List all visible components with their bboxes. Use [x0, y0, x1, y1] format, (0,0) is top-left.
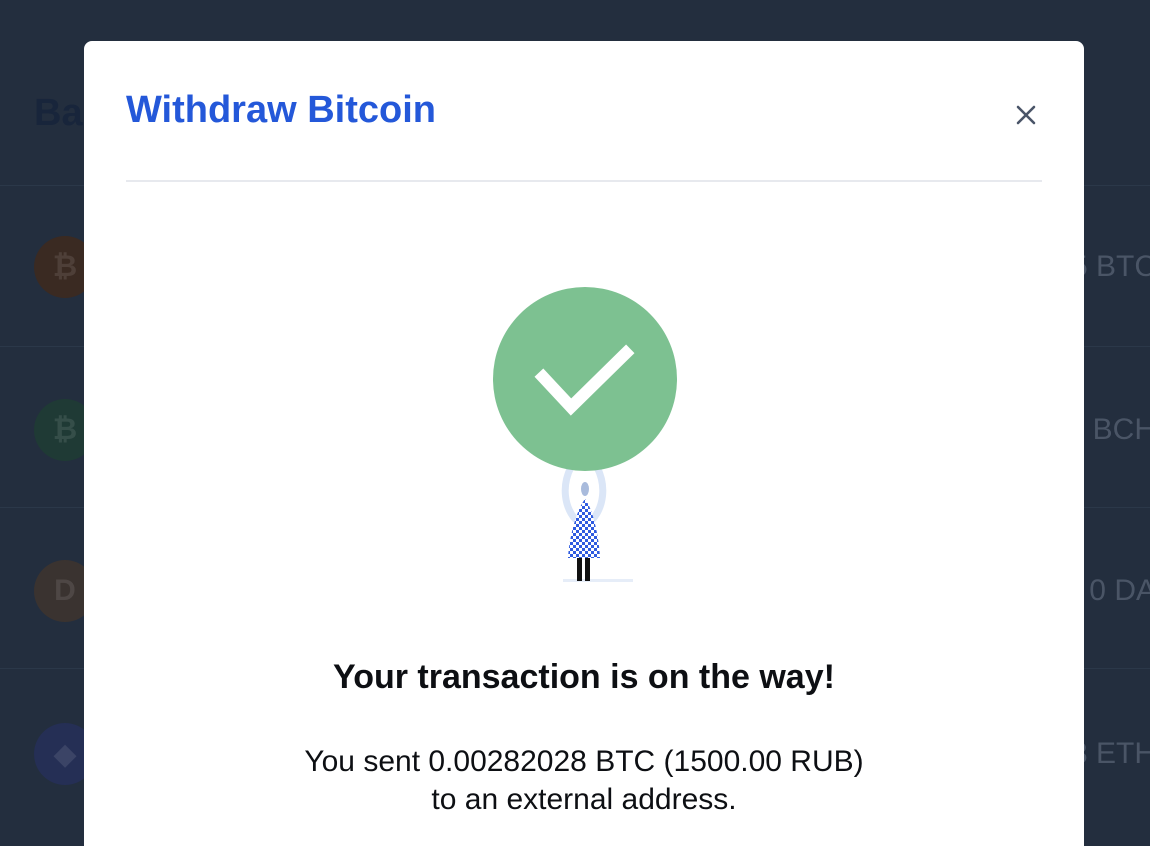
page-title: Ba [34, 92, 83, 134]
success-circle [493, 287, 677, 471]
modal-title: Withdraw Bitcoin [126, 89, 436, 131]
figure-arm [561, 463, 579, 523]
figure-coat [568, 499, 600, 558]
success-illustration [493, 287, 677, 582]
figure-arm [589, 463, 607, 523]
ground-line [563, 579, 633, 582]
figure-leg [585, 558, 590, 581]
success-message: You sent 0.00282028 BTC (1500.00 RUB) to… [304, 745, 864, 816]
close-button[interactable] [1010, 99, 1042, 131]
close-icon [1016, 105, 1036, 125]
success-heading: Your transaction is on the way! [333, 658, 835, 696]
modal-header: Withdraw Bitcoin [126, 41, 1042, 182]
withdraw-modal: Withdraw Bitcoin Your transaction is on … [84, 41, 1084, 846]
figure-leg [577, 558, 582, 581]
asset-amount: 0 DA [1089, 574, 1150, 607]
figure-head [581, 482, 589, 496]
